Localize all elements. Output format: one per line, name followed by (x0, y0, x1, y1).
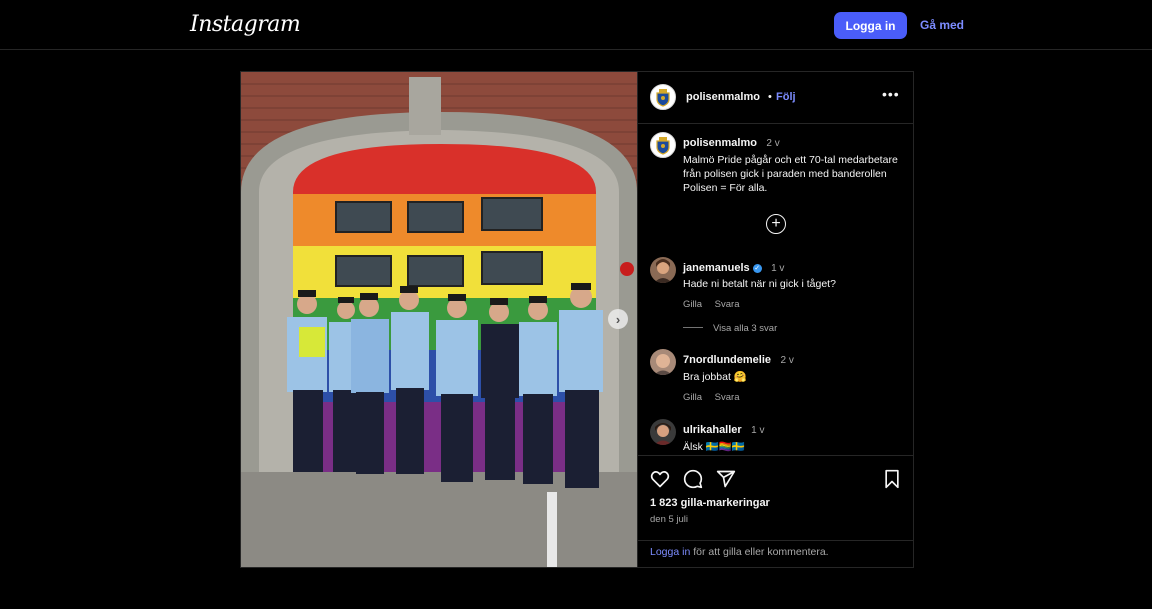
comment-time: 2 v (780, 355, 794, 366)
comment-reply-button[interactable]: Svara (715, 299, 740, 310)
post-date: den 5 juli (650, 514, 689, 525)
plus-circle-icon[interactable]: + (766, 214, 786, 234)
commenter-avatar[interactable] (650, 257, 676, 283)
view-replies-button[interactable]: Visa alla 3 svar (683, 323, 777, 334)
post-caption: polisenmalmo 2 v Malmö Pride pågår och e… (683, 133, 908, 195)
caption-avatar[interactable] (650, 132, 676, 158)
heart-icon[interactable] (650, 469, 670, 489)
caption-text: Malmö Pride pågår och ett 70-tal medarbe… (683, 154, 898, 194)
comment-item: 7nordlundemelie 2 v Bra jobbat 🤗 Gilla S… (683, 350, 908, 403)
comment-username[interactable]: ulrikahaller (683, 424, 742, 436)
comment-item: ulrikahaller 1 v Älsk 🇸🇪🏳️‍🌈🇸🇪 (683, 420, 908, 453)
comment-time: 1 v (751, 425, 765, 436)
more-icon[interactable]: ••• (882, 86, 900, 102)
header-separator: • (768, 91, 772, 103)
verified-icon: ✓ (752, 264, 762, 273)
post-photo-illustration (241, 72, 637, 567)
comment-like-button[interactable]: Gilla (683, 392, 702, 403)
post-actions: 1 823 gilla-markeringar den 5 juli Logga… (638, 455, 914, 567)
police-emblem-icon (656, 89, 670, 107)
comment-time: 1 v (771, 263, 785, 274)
likes-count[interactable]: 1 823 gilla-markeringar (650, 497, 770, 509)
comment-username[interactable]: janemanuels (683, 262, 750, 274)
avatar-image (654, 423, 672, 445)
police-emblem-icon (656, 137, 670, 155)
commenter-avatar[interactable] (650, 419, 676, 445)
comment-item: janemanuels ✓ 1 v Hade ni betalt när ni g… (683, 258, 908, 310)
instagram-logo[interactable]: Instagram (190, 12, 301, 37)
post-side-panel: polisenmalmo • Följ ••• polisenmalmo 2 v… (637, 72, 914, 567)
comment-text: Älsk 🇸🇪🏳️‍🌈🇸🇪 (683, 441, 745, 453)
comment-like-button[interactable]: Gilla (683, 299, 702, 310)
carousel-next-button[interactable]: › (608, 309, 628, 329)
login-button[interactable]: Logga in (834, 12, 907, 39)
post-photo[interactable]: › (241, 72, 637, 567)
signup-link[interactable]: Gå med (920, 18, 964, 32)
author-username[interactable]: polisenmalmo (686, 91, 760, 103)
view-replies-label: Visa alla 3 svar (713, 323, 778, 334)
comment-icon[interactable] (683, 469, 703, 489)
author-avatar[interactable] (650, 84, 676, 110)
caption-time: 2 v (766, 138, 780, 149)
reply-line (683, 327, 703, 328)
follow-button[interactable]: Följ (776, 91, 796, 103)
login-prompt-text: för att gilla eller kommentera. (690, 546, 829, 558)
comment-username[interactable]: 7nordlundemelie (683, 354, 771, 366)
post-header: polisenmalmo • Följ ••• (638, 72, 914, 124)
bookmark-icon[interactable] (882, 469, 902, 489)
caption-username[interactable]: polisenmalmo (683, 137, 757, 149)
comment-text: Hade ni betalt när ni gick i tåget? (683, 278, 836, 290)
post-card: › polisenmalmo • Följ ••• polisenmalmo 2… (240, 71, 914, 568)
chevron-right-icon: › (615, 311, 621, 327)
login-link[interactable]: Logga in (650, 546, 690, 558)
share-icon[interactable] (716, 469, 736, 489)
comment-reply-button[interactable]: Svara (715, 392, 740, 403)
comment-text: Bra jobbat 🤗 (683, 371, 747, 383)
login-prompt: Logga in för att gilla eller kommentera. (638, 540, 914, 568)
commenter-avatar[interactable] (650, 349, 676, 375)
avatar-image (654, 354, 672, 375)
top-bar: Instagram Logga in Gå med (0, 0, 1152, 50)
avatar-image (654, 259, 672, 283)
